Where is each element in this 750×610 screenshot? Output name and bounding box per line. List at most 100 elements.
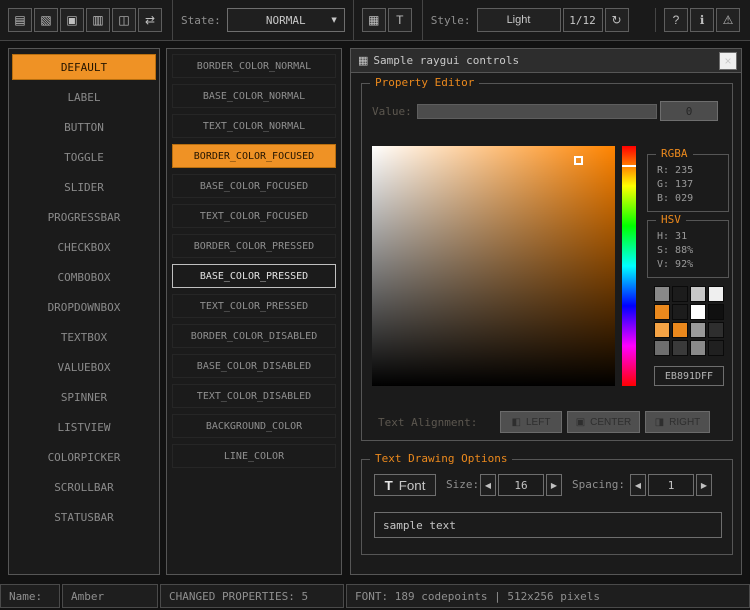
property-item-text-color-normal[interactable]: TEXT_COLOR_NORMAL (172, 114, 336, 138)
shuffle-icon: ⇄ (145, 13, 155, 27)
property-item-background-color[interactable]: BACKGROUND_COLOR (172, 414, 336, 438)
hsv-group: HSV H: 31 S: 88% V: 92% (647, 220, 729, 278)
palette-swatch[interactable] (654, 286, 670, 302)
spacing-value-box[interactable]: 1 (648, 474, 694, 496)
align-left-button[interactable]: ◧ LEFT (500, 411, 562, 433)
property-item-base-color-focused[interactable]: BASE_COLOR_FOCUSED (172, 174, 336, 198)
property-item-text-color-pressed[interactable]: TEXT_COLOR_PRESSED (172, 294, 336, 318)
property-item-border-color-normal[interactable]: BORDER_COLOR_NORMAL (172, 54, 336, 78)
palette-swatch[interactable] (690, 286, 706, 302)
property-item-border-color-disabled[interactable]: BORDER_COLOR_DISABLED (172, 324, 336, 348)
palette-swatch[interactable] (672, 304, 688, 320)
state-dropdown[interactable]: NORMAL ▼ (227, 8, 345, 32)
style-name-button[interactable]: Light (477, 8, 561, 32)
sidebar-item-dropdownbox[interactable]: DROPDOWNBOX (12, 294, 156, 320)
screenshot-button[interactable]: ◫ (112, 8, 136, 32)
palette-swatch[interactable] (654, 322, 670, 338)
property-item-text-color-focused[interactable]: TEXT_COLOR_FOCUSED (172, 204, 336, 228)
sidebar-item-slider[interactable]: SLIDER (12, 174, 156, 200)
hex-color-input[interactable]: EB891DFF (654, 366, 724, 386)
sidebar-item-toggle[interactable]: TOGGLE (12, 144, 156, 170)
spacing-decrement-button[interactable]: ◀ (630, 474, 646, 496)
value-box[interactable]: 0 (660, 101, 718, 121)
palette-swatch[interactable] (672, 322, 688, 338)
property-editor-group: Property Editor Value: 0 RGBA R: 235 G: … (361, 83, 733, 441)
report-issue-button[interactable]: ⚠ (716, 8, 740, 32)
palette-swatch[interactable] (690, 322, 706, 338)
font-button[interactable]: T Font (374, 474, 436, 496)
align-left-text: LEFT (526, 417, 550, 428)
sample-text-input[interactable]: sample text (374, 512, 722, 538)
property-item-base-color-disabled[interactable]: BASE_COLOR_DISABLED (172, 354, 336, 378)
sample-text-value: sample text (383, 519, 456, 532)
statusbar-changed-properties: CHANGED PROPERTIES: 5 (160, 584, 344, 608)
property-item-text-color-disabled[interactable]: TEXT_COLOR_DISABLED (172, 384, 336, 408)
export-file-button[interactable]: ▥ (86, 8, 110, 32)
hsv-h-value: H: 31 (657, 231, 728, 242)
size-decrement-button[interactable]: ◀ (480, 474, 496, 496)
grid-view-button[interactable]: ▦ (362, 8, 386, 32)
size-increment-button[interactable]: ▶ (546, 474, 562, 496)
palette-swatch[interactable] (708, 304, 724, 320)
window-titlebar[interactable]: ▦ Sample raygui controls × (351, 49, 741, 73)
sidebar-item-default[interactable]: DEFAULT (12, 54, 156, 80)
open-file-button[interactable]: ▧ (34, 8, 58, 32)
palette-swatch[interactable] (708, 322, 724, 338)
sidebar-item-statusbar[interactable]: STATUSBAR (12, 504, 156, 530)
align-right-icon: ◨ (655, 417, 664, 428)
palette-swatch[interactable] (654, 340, 670, 356)
text-alignment-label: Text Alignment: (378, 416, 477, 429)
save-file-button[interactable]: ▣ (60, 8, 84, 32)
palette-swatch[interactable] (708, 340, 724, 356)
random-style-button[interactable]: ⇄ (138, 8, 162, 32)
new-file-icon: ▤ (14, 13, 25, 27)
spacing-increment-button[interactable]: ▶ (696, 474, 712, 496)
size-value-text: 16 (514, 479, 527, 492)
close-button[interactable]: × (719, 52, 737, 70)
align-right-button[interactable]: ◨ RIGHT (645, 411, 710, 433)
sidebar-item-listview[interactable]: LISTVIEW (12, 414, 156, 440)
palette-swatch[interactable] (690, 304, 706, 320)
sidebar-item-checkbox[interactable]: CHECKBOX (12, 234, 156, 260)
chevron-down-icon: ▼ (331, 16, 336, 24)
color-picker-panel[interactable] (372, 146, 615, 386)
statusbar-font-info: FONT: 189 codepoints | 512x256 pixels (346, 584, 750, 608)
size-value-box[interactable]: 16 (498, 474, 544, 496)
property-item-border-color-focused[interactable]: BORDER_COLOR_FOCUSED (172, 144, 336, 168)
palette-swatch[interactable] (672, 340, 688, 356)
hue-bar[interactable] (622, 146, 636, 386)
palette-swatch[interactable] (672, 286, 688, 302)
new-file-button[interactable]: ▤ (8, 8, 32, 32)
property-item-line-color[interactable]: LINE_COLOR (172, 444, 336, 468)
style-name-input[interactable]: Amber (62, 584, 158, 608)
property-item-border-color-pressed[interactable]: BORDER_COLOR_PRESSED (172, 234, 336, 258)
info-button[interactable]: ℹ (690, 8, 714, 32)
help-button[interactable]: ? (664, 8, 688, 32)
sidebar-item-textbox[interactable]: TEXTBOX (12, 324, 156, 350)
text-view-button[interactable]: T (388, 8, 412, 32)
property-item-base-color-normal[interactable]: BASE_COLOR_NORMAL (172, 84, 336, 108)
window-icon: ▦ (358, 54, 368, 67)
value-slider[interactable] (417, 104, 657, 119)
palette-swatch[interactable] (708, 286, 724, 302)
sidebar-item-combobox[interactable]: COMBOBOX (12, 264, 156, 290)
sidebar-item-valuebox[interactable]: VALUEBOX (12, 354, 156, 380)
reload-style-button[interactable]: ↻ (605, 8, 629, 32)
screenshot-icon: ◫ (118, 13, 129, 27)
style-color-palette (654, 286, 726, 356)
sidebar-item-colorpicker[interactable]: COLORPICKER (12, 444, 156, 470)
palette-swatch[interactable] (690, 340, 706, 356)
sidebar-item-button[interactable]: BUTTON (12, 114, 156, 140)
style-name-text: Light (507, 14, 531, 26)
hsv-v-value: V: 92% (657, 259, 728, 270)
palette-swatch[interactable] (654, 304, 670, 320)
sidebar-item-spinner[interactable]: SPINNER (12, 384, 156, 410)
close-icon: × (724, 54, 731, 68)
sidebar-item-progressbar[interactable]: PROGRESSBAR (12, 204, 156, 230)
sidebar-item-label[interactable]: LABEL (12, 84, 156, 110)
align-center-button[interactable]: ▣ CENTER (567, 411, 640, 433)
property-item-base-color-pressed[interactable]: BASE_COLOR_PRESSED (172, 264, 336, 288)
style-index-box[interactable]: 1/12 (563, 8, 603, 32)
open-file-icon: ▧ (40, 13, 51, 27)
sidebar-item-scrollbar[interactable]: SCROLLBAR (12, 474, 156, 500)
